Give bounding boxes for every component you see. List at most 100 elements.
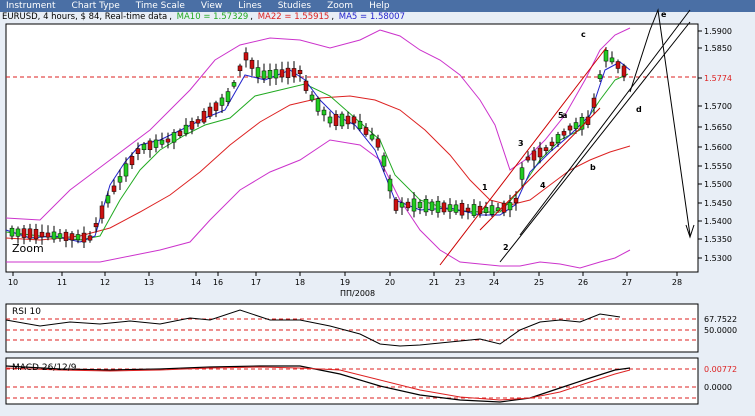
candle-body (315, 98, 321, 112)
candle-body (291, 68, 297, 77)
price-tick-label: 1.5900 (704, 27, 732, 36)
candle-body (63, 231, 69, 241)
candle-body (99, 205, 105, 219)
candle-body (69, 233, 75, 241)
macd-value: 0.00772 (704, 365, 737, 374)
candle-body (327, 116, 333, 124)
price-tick-label: 1.5550 (704, 162, 732, 171)
candle-body (489, 205, 495, 215)
candle-body (465, 207, 471, 212)
candle-body (33, 228, 39, 240)
price-tick-label: 1.5600 (704, 143, 732, 152)
candle-body (183, 124, 189, 134)
candle-body (45, 232, 51, 238)
candle-body (573, 122, 579, 129)
candle-body (381, 155, 387, 167)
candle-body (21, 228, 27, 238)
chart-canvas[interactable]: 1.5900 1.5850 1.5774 1.5700 1.5650 1.5600 1.55… (0, 0, 755, 416)
candle-body (309, 94, 315, 101)
wave-label: 4 (540, 181, 546, 190)
date-tick-label: 25 (534, 278, 544, 287)
candle-body (255, 67, 261, 78)
candle-body (225, 91, 231, 103)
candle-body (621, 65, 627, 77)
candle-body (57, 233, 63, 239)
candle-body (297, 69, 303, 75)
wave-label: e (661, 10, 667, 19)
macd-label: MACD 26/12/9 (12, 363, 77, 373)
candle-body (435, 200, 441, 213)
candle-body (51, 231, 57, 240)
rsi-panel[interactable] (5, 303, 699, 353)
date-tick-label: 18 (295, 278, 305, 287)
candle-body (447, 204, 453, 212)
date-tick-label: 10 (8, 278, 18, 287)
candle-body (87, 235, 93, 241)
date-tick-label: 13 (144, 278, 154, 287)
candle-body (243, 52, 249, 61)
candle-body (513, 197, 519, 204)
date-tick-label: 12 (100, 278, 110, 287)
wave-label: 1 (482, 183, 488, 192)
candle-body (549, 141, 555, 146)
candle-body (429, 201, 435, 211)
month-label: ΠΠ/2008 (340, 289, 375, 298)
candle-body (147, 140, 153, 151)
candle-body (339, 113, 345, 127)
candle-body (213, 102, 219, 111)
candle-body (171, 132, 177, 143)
candle-body (321, 109, 327, 116)
zoom-label[interactable]: Zoom (12, 242, 44, 255)
candle-body (273, 69, 279, 79)
candle-body (165, 138, 171, 143)
candle-body (453, 204, 459, 213)
candle-body (93, 223, 99, 228)
candle-body (207, 106, 213, 117)
candle-body (285, 67, 291, 78)
candle-body (393, 199, 399, 211)
candle-body (333, 114, 339, 126)
candle-body (597, 74, 603, 79)
candle-body (117, 176, 123, 183)
candle-body (543, 147, 549, 151)
candle-body (249, 59, 255, 69)
candle-body (411, 198, 417, 212)
candle-body (471, 204, 477, 216)
candle-body (141, 143, 147, 151)
candle-body (75, 234, 81, 241)
candle-body (219, 97, 225, 106)
candle-body (615, 61, 621, 69)
candle-body (111, 185, 117, 192)
candle-body (27, 228, 33, 239)
candle-body (609, 57, 615, 63)
date-tick-label: 20 (385, 278, 395, 287)
rsi-axis-50: 50.0000 (704, 326, 737, 335)
candle-body (603, 50, 609, 62)
candle-body (351, 116, 357, 124)
candle-body (129, 156, 135, 166)
candle-body (81, 232, 87, 243)
candle-body (135, 148, 141, 154)
date-tick-label: 21 (429, 278, 439, 287)
candle-body (303, 80, 309, 91)
date-axis: 10 11 12 13 14 16 17 18 19 20 21 23 24 25 26 27 28 (8, 272, 682, 287)
candle-body (459, 203, 465, 216)
price-tick-label: 1.5450 (704, 199, 732, 208)
rsi-label: RSI 10 (12, 307, 41, 317)
candle-body (531, 150, 537, 161)
wave-label: b (590, 163, 596, 172)
candle-body (525, 156, 531, 161)
candle-body (519, 167, 525, 180)
candle-body (195, 119, 201, 124)
date-tick-label: 24 (489, 278, 499, 287)
candle-body (39, 231, 45, 238)
date-tick-label: 23 (455, 278, 465, 287)
price-tick-label: 1.5850 (704, 44, 732, 53)
candle-body (483, 207, 489, 213)
macd-axis-zero: 0.0000 (704, 383, 732, 392)
candle-body (237, 65, 243, 72)
candle-body (123, 163, 129, 177)
date-tick-label: 16 (213, 278, 223, 287)
candle-body (231, 82, 237, 87)
candle-body (159, 139, 165, 145)
